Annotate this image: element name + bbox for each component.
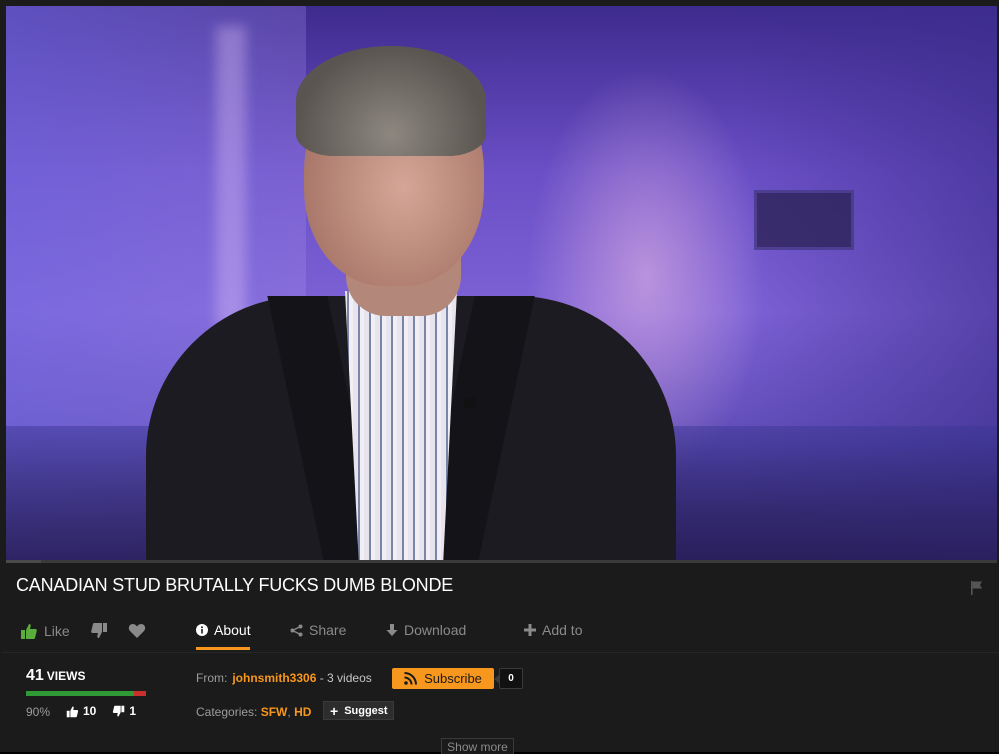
- tab-download[interactable]: Download: [386, 622, 466, 638]
- rating-percent: 90%: [26, 705, 51, 719]
- download-icon: [386, 623, 398, 636]
- divider: [2, 652, 999, 653]
- dislikes-count: 1: [129, 704, 137, 718]
- uploader-video-count: - 3 videos: [319, 671, 372, 685]
- like-button[interactable]: Like: [20, 622, 70, 640]
- uploader-link[interactable]: johnsmith3306: [232, 671, 316, 685]
- category-separator: ,: [287, 705, 291, 719]
- tab-about-label: About: [214, 622, 251, 638]
- from-label: From:: [196, 671, 228, 685]
- heart-icon: [128, 623, 146, 638]
- category-link-hd[interactable]: HD: [294, 705, 311, 719]
- subscriber-count: 0: [494, 668, 523, 689]
- tab-download-label: Download: [404, 622, 467, 638]
- view-count-label: VIEWS: [46, 669, 86, 683]
- info-icon: [196, 624, 208, 636]
- thumbs-down-icon: [91, 623, 107, 638]
- vote-counts: 10 1: [66, 704, 136, 718]
- video-page: CANADIAN STUD BRUTALLY FUCKS DUMB BLONDE…: [0, 0, 999, 754]
- thumbs-up-icon: [21, 624, 37, 639]
- video-title: CANADIAN STUD BRUTALLY FUCKS DUMB BLONDE: [16, 575, 454, 595]
- video-progress-track[interactable]: [6, 560, 997, 563]
- dislike-button[interactable]: [90, 622, 108, 640]
- likes-count: 10: [83, 704, 97, 718]
- rating-bar-fill: [26, 691, 134, 696]
- video-player[interactable]: [6, 6, 997, 562]
- flag-icon[interactable]: [970, 580, 984, 596]
- like-label: Like: [44, 623, 70, 639]
- view-count: 41 VIEWS: [26, 667, 85, 685]
- video-frame-person: [146, 46, 686, 562]
- uploader-info: From: johnsmith3306 - 3 videos: [196, 671, 372, 685]
- suggest-category-button[interactable]: + Suggest: [323, 701, 394, 720]
- video-progress-fill: [6, 560, 41, 563]
- tab-share[interactable]: Share: [290, 622, 346, 638]
- subscribe-button[interactable]: Subscribe: [392, 668, 494, 689]
- person-hair: [296, 46, 486, 156]
- suggest-label: Suggest: [344, 704, 388, 717]
- tab-share-label: Share: [309, 622, 347, 638]
- thumbs-up-icon: [66, 705, 79, 717]
- subscribe-label: Subscribe: [424, 671, 482, 686]
- plus-icon: [524, 624, 536, 636]
- tab-add-to-label: Add to: [542, 622, 583, 638]
- background-monitor: [754, 190, 854, 250]
- tab-about[interactable]: About: [196, 622, 251, 638]
- video-actions-bar: Like About Share Download Add to: [20, 614, 990, 650]
- thumbs-down-icon: [113, 705, 125, 717]
- active-tab-indicator: [196, 647, 250, 650]
- view-count-number: 41: [26, 667, 44, 684]
- favorite-button[interactable]: [128, 622, 146, 639]
- tab-add-to[interactable]: Add to: [524, 622, 582, 638]
- categories: Categories: SFW, HD: [196, 705, 311, 719]
- plus-icon: +: [330, 702, 339, 719]
- categories-label: Categories:: [196, 705, 258, 719]
- share-icon: [290, 624, 303, 636]
- rating-bar: [26, 691, 146, 696]
- lapel-mic: [464, 398, 476, 408]
- category-link-sfw[interactable]: SFW: [261, 705, 288, 719]
- rss-icon: [404, 672, 418, 685]
